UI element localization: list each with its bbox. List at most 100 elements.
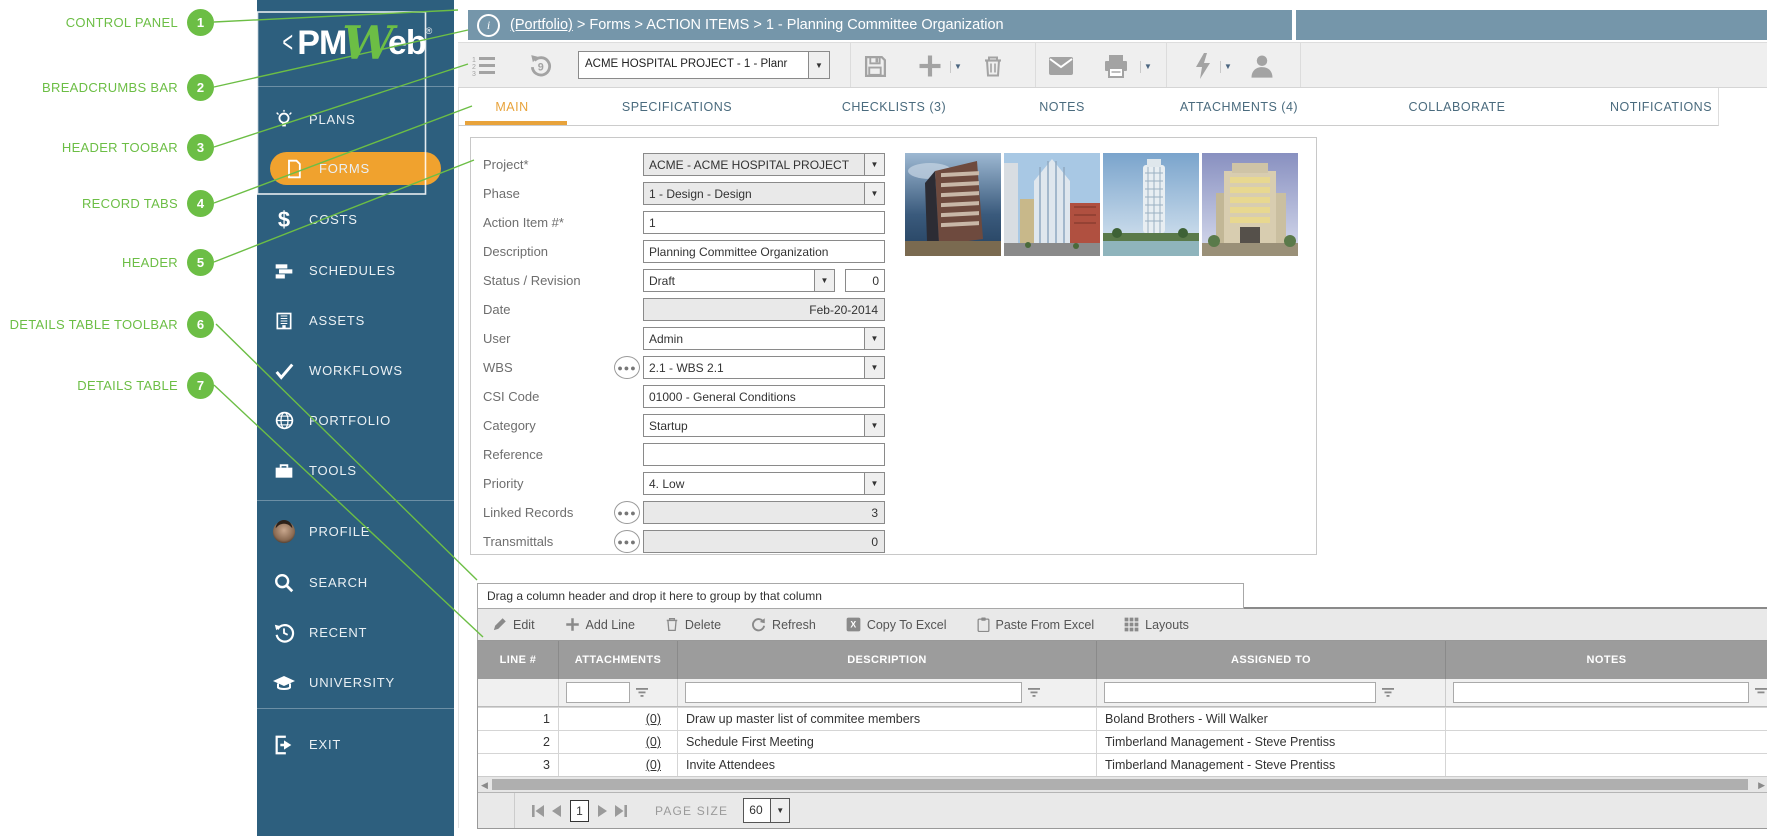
refresh-button[interactable]: Refresh [751,617,816,632]
sidebar-item-recent[interactable]: RECENT [257,616,454,649]
add-line-button[interactable]: Add Line [565,617,635,632]
history-icon[interactable]: 9 [528,53,554,79]
horizontal-scrollbar[interactable]: ◀ ▶ [478,776,1767,792]
tab-specifications[interactable]: SPECIFICATIONS [622,100,732,114]
status-dropdown[interactable]: Draft▼ [643,269,835,292]
notes-filter-input[interactable] [1453,682,1749,703]
priority-dropdown[interactable]: 4. Low▼ [643,472,885,495]
sidebar-item-tools[interactable]: TOOLS [257,454,454,487]
chevron-down-icon[interactable]: ▼ [808,52,829,78]
filter-icon[interactable] [636,688,648,698]
phase-dropdown[interactable]: 1 - Design - Design▼ [643,182,885,205]
table-row[interactable]: 3 (0) Invite Attendees Timberland Manage… [478,753,1767,776]
paste-from-excel-button[interactable]: Paste From Excel [977,617,1095,632]
details-table-pager: 1 PAGE SIZE 60▼ [478,792,1767,828]
print-icon[interactable] [1103,54,1129,78]
chevron-down-icon[interactable]: ▼ [864,473,884,494]
group-by-drop-zone[interactable]: Drag a column header and drop it here to… [477,583,1244,609]
user-icon[interactable] [1248,52,1276,80]
action-item-number-field[interactable]: 1 [643,211,885,234]
wbs-ellipsis-button[interactable]: ●●● [614,356,640,379]
lightning-dropdown-caret[interactable]: ▼ [1220,61,1235,73]
add-icon[interactable] [916,52,944,80]
pmweb-logo[interactable]: <PMWeb® [257,0,454,87]
project-dropdown[interactable]: ACME - ACME HOSPITAL PROJECT▼ [643,153,885,176]
delete-line-button[interactable]: Delete [665,617,721,632]
revision-field[interactable]: 0 [845,269,885,292]
copy-to-excel-button[interactable]: XCopy To Excel [846,617,947,632]
sidebar-item-forms[interactable]: FORMS [270,152,441,185]
scroll-right-arrow-icon[interactable]: ▶ [1758,780,1765,791]
avatar [272,520,296,544]
numbered-list-icon[interactable]: 123 [472,55,496,77]
tab-notifications[interactable]: NOTIFICATIONS [1610,100,1712,114]
email-icon[interactable] [1048,56,1074,76]
chevron-down-icon[interactable]: ▼ [864,154,884,175]
tab-attachments[interactable]: ATTACHMENTS (4) [1180,100,1298,114]
attachments-count-link[interactable]: (0) [646,712,661,726]
attachments-count-link[interactable]: (0) [646,735,661,749]
user-dropdown[interactable]: Admin▼ [643,327,885,350]
add-dropdown-caret[interactable]: ▼ [950,61,965,73]
column-header-line[interactable]: LINE # [478,641,559,679]
category-dropdown[interactable]: Startup▼ [643,414,885,437]
sidebar-item-assets[interactable]: ASSETS [257,304,454,337]
filter-icon[interactable] [1755,688,1767,698]
edit-button[interactable]: Edit [492,617,535,632]
tab-main[interactable]: MAIN [495,100,528,114]
column-header-attachments[interactable]: ATTACHMENTS [559,641,678,679]
scrollbar-thumb[interactable] [492,779,1748,790]
save-icon[interactable] [863,54,888,79]
breadcrumb-portfolio-link[interactable]: (Portfolio) [510,17,573,33]
sidebar-item-portfolio[interactable]: PORTFOLIO [257,404,454,437]
collapse-chevron-icon[interactable]: < [282,26,293,60]
sidebar-item-search[interactable]: SEARCH [257,566,454,599]
sidebar-item-profile[interactable]: PROFILE [257,515,454,548]
chevron-down-icon[interactable]: ▼ [864,183,884,204]
tab-checklists[interactable]: CHECKLISTS (3) [842,100,946,114]
assigned-to-filter-input[interactable] [1104,682,1376,703]
linked-records-ellipsis-button[interactable]: ●●● [614,501,640,524]
tab-collaborate[interactable]: COLLABORATE [1409,100,1506,114]
chevron-down-icon[interactable]: ▼ [864,357,884,378]
page-size-select[interactable]: 60▼ [743,798,790,823]
info-icon[interactable]: i [477,14,500,37]
sidebar-item-exit[interactable]: EXIT [257,728,454,761]
sidebar-item-workflows[interactable]: WORKFLOWS [257,354,454,387]
transmittals-ellipsis-button[interactable]: ●●● [614,530,640,553]
column-header-notes[interactable]: NOTES [1446,641,1767,679]
chevron-down-icon[interactable]: ▼ [864,415,884,436]
csi-code-field[interactable]: 01000 - General Conditions [643,385,885,408]
layouts-button[interactable]: Layouts [1124,617,1189,632]
tab-notes[interactable]: NOTES [1039,100,1085,114]
print-dropdown-caret[interactable]: ▼ [1140,61,1155,73]
sidebar-item-university[interactable]: UNIVERSITY [257,666,454,699]
chevron-down-icon[interactable]: ▼ [770,799,789,822]
chevron-down-icon[interactable]: ▼ [864,328,884,349]
attachments-filter-input[interactable] [566,682,630,703]
scroll-left-arrow-icon[interactable]: ◀ [481,780,488,791]
column-header-description[interactable]: DESCRIPTION [678,641,1097,679]
wbs-dropdown[interactable]: 2.1 - WBS 2.1▼ [643,356,885,379]
next-page-icon[interactable] [597,804,609,818]
chevron-down-icon[interactable]: ▼ [814,270,834,291]
description-field[interactable]: Planning Committee Organization [643,240,885,263]
description-filter-input[interactable] [685,682,1022,703]
sidebar-item-plans[interactable]: PLANS [257,103,454,136]
record-selector-dropdown[interactable]: ACME HOSPITAL PROJECT - 1 - Planr ▼ [578,51,830,79]
filter-icon[interactable] [1382,688,1394,698]
table-row[interactable]: 2 (0) Schedule First Meeting Timberland … [478,730,1767,753]
sidebar-item-costs[interactable]: $ COSTS [257,203,454,236]
lightning-icon[interactable] [1194,53,1212,79]
previous-page-icon[interactable] [550,804,562,818]
last-page-icon[interactable] [614,804,628,818]
reference-field[interactable] [643,443,885,466]
delete-icon[interactable] [981,54,1005,79]
sidebar-item-schedules[interactable]: SCHEDULES [257,254,454,287]
filter-icon[interactable] [1028,688,1040,698]
table-row[interactable]: 1 (0) Draw up master list of commitee me… [478,707,1767,730]
column-header-assigned-to[interactable]: ASSIGNED TO [1097,641,1446,679]
current-page-button[interactable]: 1 [570,800,589,822]
first-page-icon[interactable] [531,804,545,818]
attachments-count-link[interactable]: (0) [646,758,661,772]
